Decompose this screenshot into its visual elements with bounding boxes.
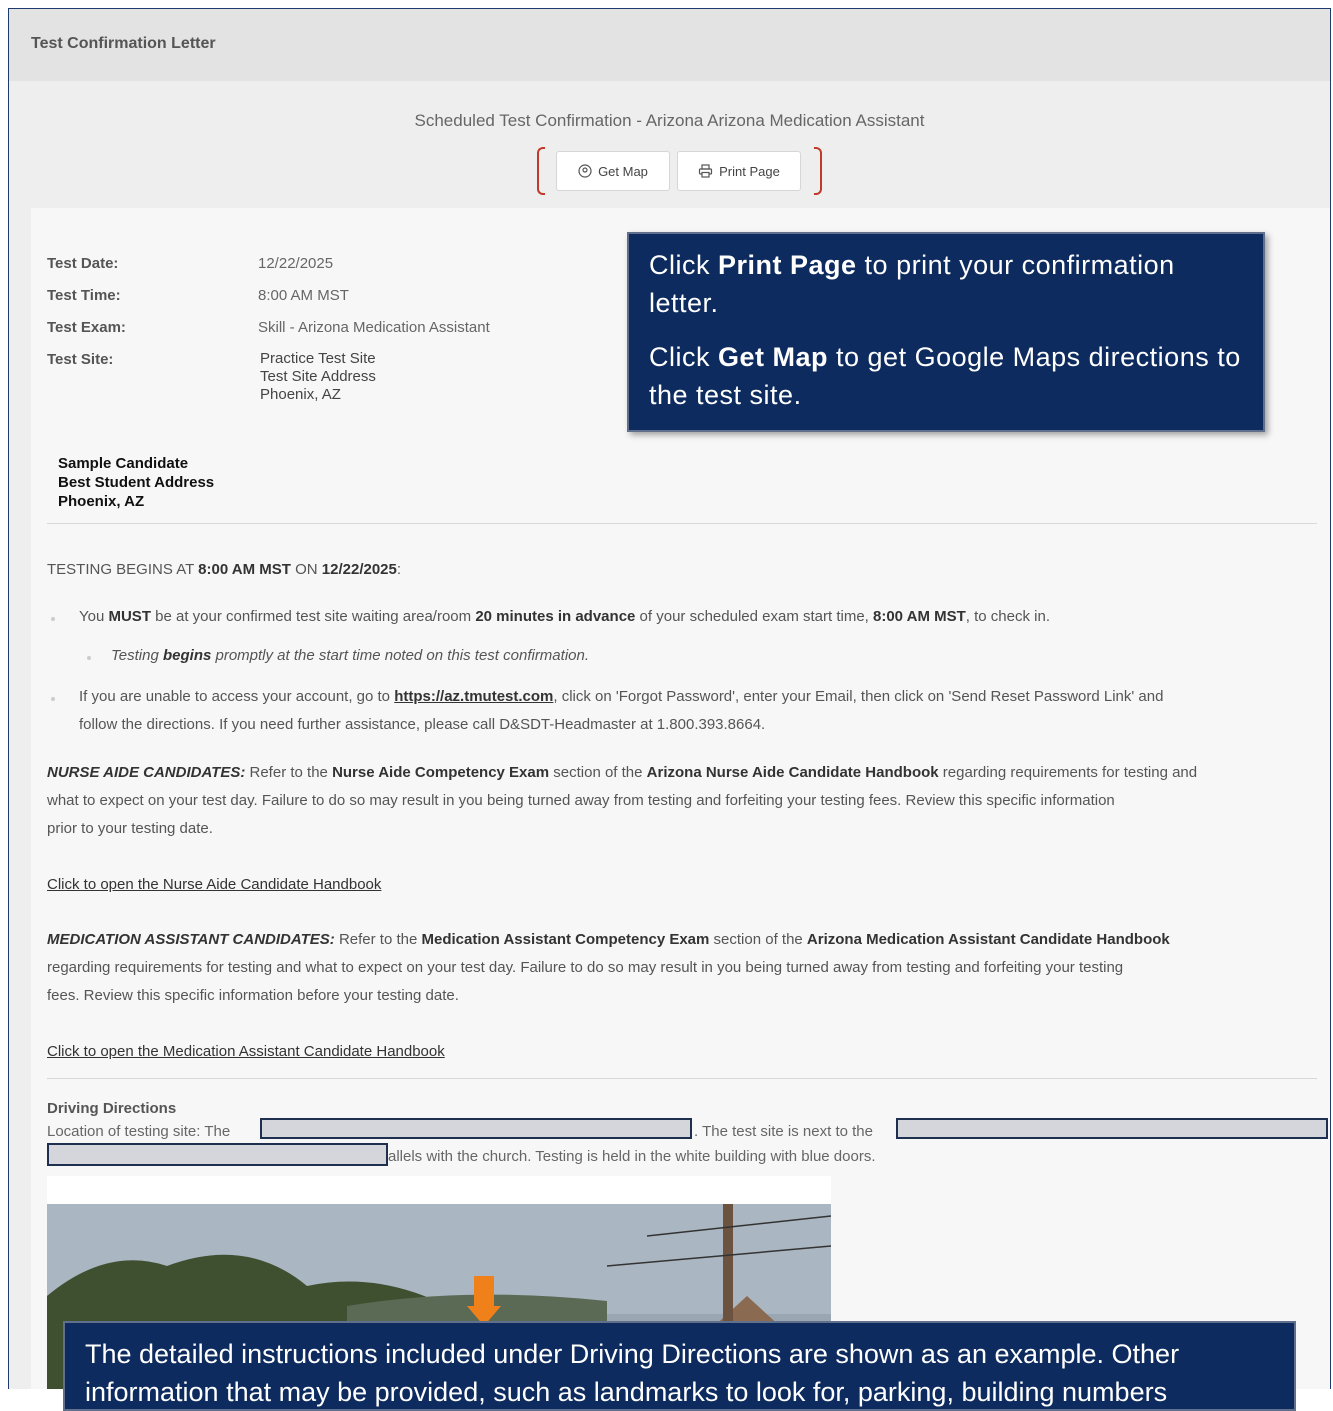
redacted-text	[896, 1118, 1328, 1139]
driving-directions-title: Driving Directions	[47, 1100, 177, 1117]
panel-title: Test Confirmation Letter	[31, 35, 216, 52]
medication-assistant-paragraph: MEDICATION ASSISTANT CANDIDATES: Refer t…	[47, 931, 1170, 1004]
test-exam-value: Skill - Arizona Medication Assistant	[258, 319, 490, 336]
nurse-aide-paragraph: NURSE AIDE CANDIDATES: Refer to the Nurs…	[47, 764, 1198, 837]
bullet-dot	[87, 656, 91, 660]
panel-header: Test Confirmation Letter	[9, 9, 1330, 81]
callout-line: information that may be provided, such a…	[85, 1377, 1168, 1407]
divider	[47, 523, 1317, 524]
driving-directions-callout: The detailed instructions included under…	[63, 1321, 1296, 1411]
account-access-instruction: If you are unable to access your account…	[79, 688, 1164, 733]
test-exam-label: Test Exam:	[47, 319, 126, 336]
callout-line: The detailed instructions included under…	[85, 1339, 1180, 1369]
confirmation-panel: Test Confirmation Letter Scheduled Test …	[8, 8, 1331, 1389]
test-site-label: Test Site:	[47, 351, 114, 368]
driving-next-to-text: . The test site is next to the	[694, 1123, 873, 1140]
test-date-label: Test Date:	[47, 255, 119, 272]
redacted-text	[260, 1118, 692, 1139]
driving-location-text: Location of testing site: The	[47, 1123, 231, 1140]
test-site-line: Phoenix, AZ	[260, 386, 341, 403]
print-map-callout: Click Print Page to print your confirmat…	[627, 232, 1265, 432]
candidate-line: Sample Candidate	[58, 455, 189, 472]
testing-begins-note: Testing begins promptly at the start tim…	[111, 647, 590, 664]
highlight-bracket-left	[537, 147, 545, 195]
tmutest-link[interactable]: https://az.tmutest.com	[394, 688, 553, 705]
testing-begins-heading: TESTING BEGINS AT 8:00 AM MST ON 12/22/2…	[47, 561, 402, 578]
test-time-label: Test Time:	[47, 287, 121, 304]
printer-icon	[699, 164, 713, 178]
medication-handbook-link[interactable]: Click to open the Medication Assistant C…	[47, 1043, 445, 1060]
print-page-button[interactable]: Print Page	[677, 151, 801, 191]
candidate-line: Best Student Address	[58, 474, 215, 491]
candidate-address: Sample Candidate Best Student Address Ph…	[58, 454, 214, 511]
map-pin-icon	[578, 164, 592, 178]
redacted-text	[47, 1143, 388, 1166]
divider	[47, 1078, 1317, 1079]
test-site-line: Test Site Address	[260, 368, 376, 385]
check-in-instruction: You MUST be at your confirmed test site …	[79, 608, 1051, 625]
bullet-dot	[51, 617, 55, 621]
test-date-value: 12/22/2025	[258, 255, 334, 272]
get-map-label: Get Map	[598, 163, 648, 179]
highlight-bracket-right	[814, 147, 822, 195]
page-subtitle: Scheduled Test Confirmation - Arizona Ar…	[414, 111, 925, 130]
test-time-value: 8:00 AM MST	[258, 287, 349, 304]
test-site-address: Practice Test Site Test Site Address Pho…	[260, 350, 376, 404]
bullet-dot	[51, 697, 55, 701]
candidate-line: Phoenix, AZ	[58, 493, 145, 510]
callout-map-text: Click Get Map to get Google Maps directi…	[649, 342, 1241, 410]
callout-print-text: Click Print Page to print your confirmat…	[649, 250, 1175, 318]
nurse-aide-handbook-link[interactable]: Click to open the Nurse Aide Candidate H…	[47, 876, 381, 893]
get-map-button[interactable]: Get Map	[556, 151, 670, 191]
print-page-label: Print Page	[719, 163, 780, 179]
driving-building-text: allels with the church. Testing is held …	[388, 1148, 876, 1165]
test-site-line: Practice Test Site	[260, 350, 376, 367]
